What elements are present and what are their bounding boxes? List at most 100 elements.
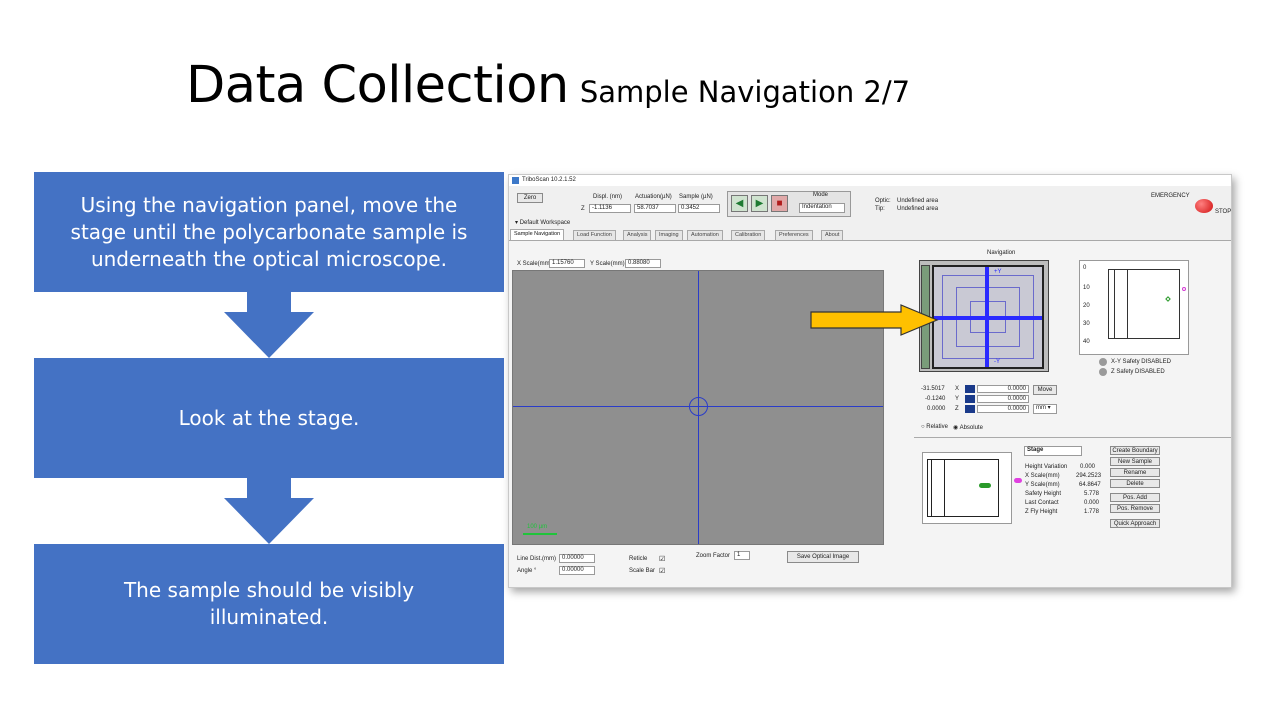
scalebar: [523, 533, 557, 535]
pos-add-button[interactable]: Pos. Add: [1110, 493, 1160, 502]
y-scale-stage-label: Y Scale(mm): [1025, 482, 1060, 488]
tip-value: Undefined area: [897, 206, 939, 212]
relative-radio[interactable]: ○ Relative: [921, 424, 948, 430]
actuation-header: Actuation(µN): [635, 194, 672, 200]
x-scale-field[interactable]: 1.15760: [549, 259, 585, 268]
tab-about[interactable]: About: [821, 230, 844, 240]
stage-thumbnail: [922, 452, 1012, 524]
back-arrow-icon: ◀: [735, 198, 744, 209]
unit-dropdown-icon: ▾: [1047, 405, 1051, 411]
save-optical-image-button[interactable]: Save Optical Image: [787, 551, 859, 563]
reticle-checkbox[interactable]: ☑: [659, 555, 665, 563]
xy-safety-led: [1099, 358, 1107, 366]
title-subtitle: Sample Navigation 2/7: [579, 75, 911, 109]
emergency-stop-button[interactable]: [1195, 199, 1213, 213]
z-go-button[interactable]: [965, 405, 975, 413]
z-fly-height-value: 1.778: [1084, 509, 1100, 515]
tip-label: Tip:: [875, 206, 885, 212]
absolute-label: Absolute: [959, 425, 983, 431]
x-go-button[interactable]: [965, 385, 975, 393]
tab-imaging[interactable]: Imaging: [655, 230, 683, 240]
sample-field: 0.3452: [678, 204, 720, 213]
move-button[interactable]: Move: [1033, 385, 1057, 395]
zero-button[interactable]: Zero: [517, 193, 543, 203]
callout-arrow: [810, 304, 939, 336]
actuation-field: 58.7037: [634, 204, 676, 213]
forward-button[interactable]: ▶: [751, 195, 768, 212]
y-scale-label: Y Scale(mm): [590, 261, 625, 267]
z-label: Z: [581, 206, 585, 212]
y-scale-stage-value: 64.8647: [1079, 482, 1101, 488]
angle-field[interactable]: 0.00000: [559, 566, 595, 575]
y-current-value: -0.1240: [925, 396, 946, 402]
window-title: TriboScan 10.2.1.52: [522, 177, 576, 183]
stop-motion-button[interactable]: ■: [771, 195, 788, 212]
app-icon: [512, 177, 519, 184]
step-box-1: Using the navigation panel, move the sta…: [34, 172, 504, 292]
stop-hand-icon: ■: [776, 198, 783, 209]
unit-value: mm: [1036, 405, 1046, 411]
step-text-3: The sample should be visibly illuminated…: [123, 578, 415, 629]
new-sample-button[interactable]: New Sample: [1110, 457, 1160, 466]
y-scale-field[interactable]: 0.88080: [625, 259, 661, 268]
position-plot: 0 10 20 30 40: [1079, 260, 1189, 355]
y-axis-label: Y: [955, 396, 960, 402]
nav-minus-y-label: -Y: [994, 359, 1000, 365]
step-box-3: The sample should be visibly illuminated…: [34, 544, 504, 664]
step-box-2: Look at the stage.: [34, 358, 504, 478]
pos-remove-button[interactable]: Pos. Remove: [1110, 504, 1160, 513]
relative-label: Relative: [926, 424, 948, 430]
reticle-label: Reticle: [629, 556, 648, 562]
sample-color-tag: [1014, 478, 1022, 483]
create-boundary-button[interactable]: Create Boundary: [1110, 446, 1160, 455]
step-text-1: Using the navigation panel, move the sta…: [70, 192, 468, 271]
x-target-field[interactable]: 0.0000: [977, 385, 1029, 393]
nav-plus-y-label: +Y: [994, 269, 1002, 275]
stage-panel: Stage Height Variation 0.000 X Scale(mm)…: [914, 437, 1231, 530]
dropdown-icon: ▾: [515, 220, 519, 226]
tab-analysis[interactable]: Analysis: [623, 230, 652, 240]
x-scale-label: X Scale(mm): [517, 261, 552, 267]
stage-position-marker: [979, 483, 991, 488]
triboscan-window: TriboScan 10.2.1.52 Zero Z Displ. (nm) -…: [508, 174, 1232, 588]
z-fly-height-label: Z Fly Height: [1025, 509, 1058, 515]
z-target-field[interactable]: 0.0000: [977, 405, 1029, 413]
reticle-circle: [689, 397, 708, 416]
line-dist-field[interactable]: 0.00000: [559, 554, 595, 563]
optic-value: Undefined area: [897, 198, 939, 204]
workspace-name: Default Workspace: [519, 220, 571, 226]
rename-button[interactable]: Rename: [1110, 468, 1160, 477]
angle-label: Angle °: [517, 568, 537, 574]
plot-tick-0: 0: [1083, 265, 1087, 271]
height-variation-value: 0.000: [1080, 464, 1096, 470]
xy-safety-label: X-Y Safety DISABLED: [1111, 359, 1171, 365]
unit-select[interactable]: mm ▾: [1033, 404, 1057, 414]
quick-approach-button[interactable]: Quick Approach: [1110, 519, 1160, 528]
workspace-selector[interactable]: ▾ Default Workspace: [515, 219, 570, 226]
stage-selector[interactable]: Stage: [1024, 446, 1082, 456]
delete-button[interactable]: Delete: [1110, 479, 1160, 488]
tab-automation[interactable]: Automation: [687, 230, 723, 240]
window-titlebar: TriboScan 10.2.1.52: [509, 175, 1231, 186]
xy-navigation-area[interactable]: +Y -Y: [932, 265, 1044, 369]
scale-bar-checkbox[interactable]: ☑: [659, 567, 665, 575]
step-text-2: Look at the stage.: [178, 405, 360, 430]
absolute-radio[interactable]: ◉ Absolute: [953, 424, 983, 431]
displ-field: -1.1136: [589, 204, 631, 213]
tab-calibration[interactable]: Calibration: [731, 230, 766, 240]
last-contact-value: 0.000: [1084, 500, 1100, 506]
mode-select[interactable]: Indentation: [799, 203, 845, 213]
back-button[interactable]: ◀: [731, 195, 748, 212]
navigation-label: Navigation: [987, 250, 1016, 256]
tab-load-function[interactable]: Load Function: [573, 230, 616, 240]
displ-header: Displ. (nm): [593, 194, 623, 200]
zoom-factor-stepper[interactable]: 1: [734, 551, 750, 560]
tab-sample-navigation[interactable]: Sample Navigation: [510, 229, 565, 240]
slide-title: Data Collection Sample Navigation 2/7: [186, 56, 910, 115]
tab-preferences[interactable]: Preferences: [775, 230, 813, 240]
y-target-field[interactable]: 0.0000: [977, 395, 1029, 403]
x-scale-stage-label: X Scale(mm): [1025, 473, 1060, 479]
y-go-button[interactable]: [965, 395, 975, 403]
x-axis-label: X: [955, 386, 960, 392]
z-safety-led: [1099, 368, 1107, 376]
